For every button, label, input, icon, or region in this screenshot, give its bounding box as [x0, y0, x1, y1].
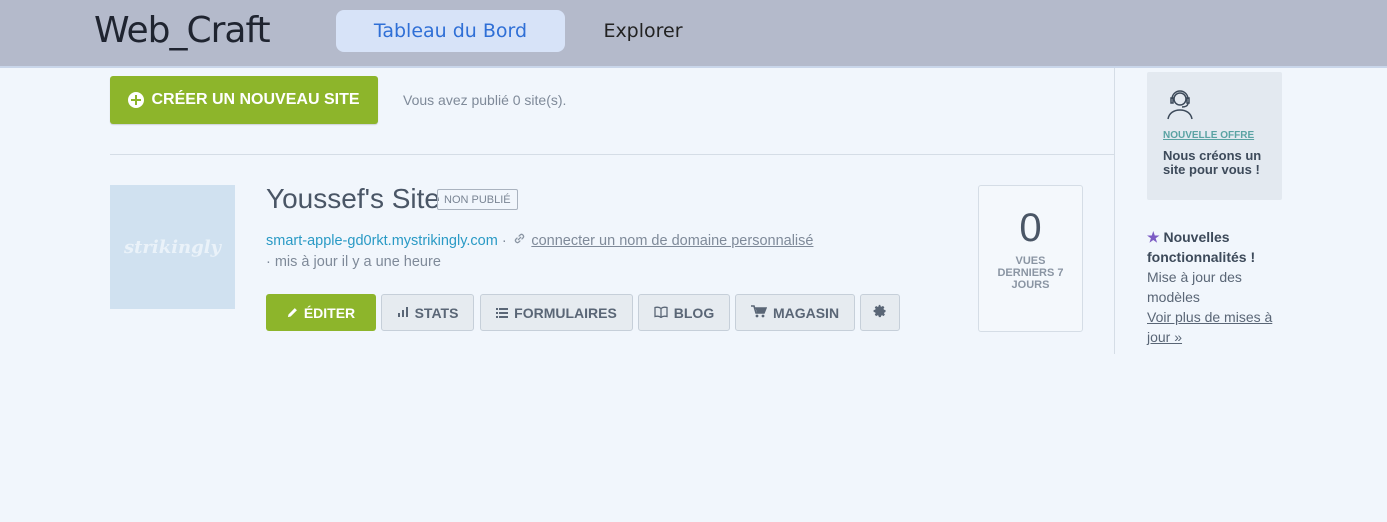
see-more-updates-link[interactable]: Voir plus de mises à jour » — [1147, 307, 1287, 347]
new-offer-card[interactable]: NOUVELLE OFFRE Nous créons un site pour … — [1147, 72, 1282, 200]
plus-circle-icon — [128, 92, 145, 108]
vertical-divider — [1114, 68, 1115, 354]
blog-button[interactable]: BLOG — [638, 294, 730, 331]
support-agent-icon — [1163, 86, 1197, 120]
pencil-icon — [287, 305, 298, 321]
news-section: ★ Nouvelles fonctionnalités ! Mise à jou… — [1147, 227, 1287, 347]
gear-icon — [873, 304, 887, 321]
forms-label: FORMULAIRES — [514, 304, 617, 321]
blog-label: BLOG — [673, 304, 715, 321]
store-label: MAGASIN — [772, 304, 840, 321]
views-counter: 0 VUES DERNIERS 7 JOURS — [978, 185, 1083, 332]
store-button[interactable]: MAGASIN — [735, 294, 855, 331]
list-icon — [496, 305, 509, 321]
link-icon — [513, 233, 530, 248]
news-body: Mise à jour des modèles — [1147, 269, 1242, 305]
thumbnail-brand-text: strikingly — [123, 236, 222, 258]
site-thumbnail[interactable]: strikingly — [110, 185, 235, 309]
app-logo[interactable]: Web_Craft — [94, 10, 271, 51]
published-count-text: Vous avez publié 0 site(s). — [403, 92, 567, 108]
connect-domain-link[interactable]: connecter un nom de domaine personnalisé — [531, 233, 813, 249]
status-badge: NON PUBLIÉ — [437, 189, 518, 210]
tab-explore[interactable]: Explorer — [586, 10, 700, 52]
edit-label: ÉDITER — [303, 304, 356, 321]
edit-button[interactable]: ÉDITER — [266, 294, 376, 331]
site-url-link[interactable]: smart-apple-gd0rkt.mystrikingly.com — [266, 233, 498, 249]
horizontal-divider — [110, 154, 1114, 155]
news-title-text: Nouvelles fonctionnalités ! — [1147, 229, 1256, 265]
star-icon: ★ — [1147, 229, 1160, 245]
shopping-cart-icon — [750, 304, 768, 321]
forms-button[interactable]: FORMULAIRES — [480, 294, 633, 331]
top-navigation-bar: Web_Craft Tableau du Bord Explorer — [0, 0, 1387, 68]
bar-chart-icon — [397, 305, 409, 321]
new-offer-text: Nous créons un site pour vous ! — [1163, 148, 1262, 177]
news-title: ★ Nouvelles fonctionnalités ! — [1147, 227, 1287, 267]
url-separator: · — [501, 233, 507, 249]
views-label: VUES DERNIERS 7 JOURS — [997, 255, 1064, 291]
site-url-line: smart-apple-gd0rkt.mystrikingly.com · co… — [266, 232, 813, 249]
settings-button[interactable] — [860, 294, 900, 331]
last-updated-text: · mis à jour il y a une heure — [266, 254, 441, 270]
create-new-site-button[interactable]: CRÉER UN NOUVEAU SITE — [110, 76, 378, 124]
stats-button[interactable]: STATS — [381, 294, 474, 331]
book-icon — [654, 305, 668, 321]
stats-label: STATS — [414, 304, 459, 321]
new-offer-tag: NOUVELLE OFFRE — [1163, 130, 1255, 141]
tab-dashboard[interactable]: Tableau du Bord — [336, 10, 565, 52]
views-count: 0 — [1019, 206, 1042, 250]
site-title: Youssef's Site — [266, 183, 440, 214]
create-new-site-label: CRÉER UN NOUVEAU SITE — [151, 91, 360, 108]
